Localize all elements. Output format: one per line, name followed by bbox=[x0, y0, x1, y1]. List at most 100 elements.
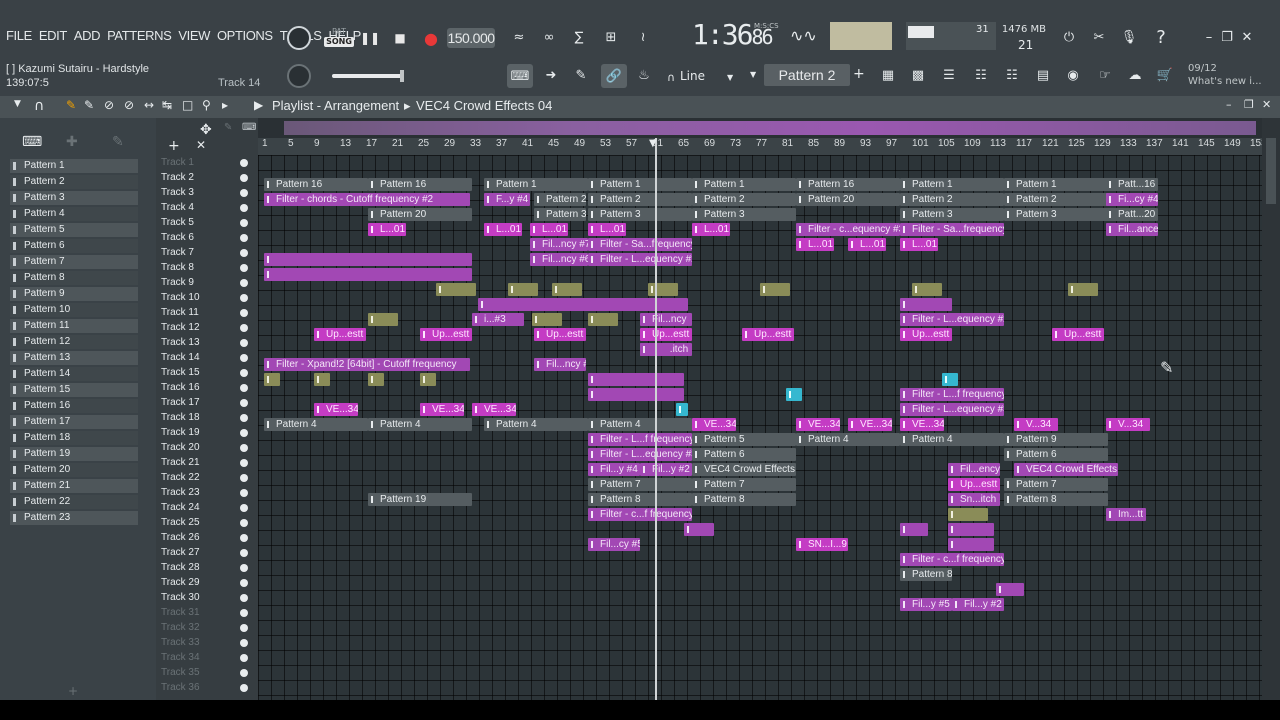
arrangement-clip[interactable]: Pattern 20 bbox=[368, 208, 472, 221]
add-pattern-icon[interactable]: + bbox=[68, 684, 78, 698]
pattern-item[interactable]: Pattern 7 bbox=[10, 255, 138, 269]
automation-clip[interactable] bbox=[948, 538, 994, 551]
automation-clip[interactable] bbox=[900, 298, 952, 311]
arrangement-clip[interactable]: Pattern 2 bbox=[900, 193, 1004, 206]
arrangement-clip[interactable]: Pattern 3 bbox=[692, 208, 796, 221]
link-icon[interactable]: 🔗 bbox=[601, 64, 627, 88]
arrangement-clip[interactable]: VE...34 bbox=[900, 418, 944, 431]
arrangement-clip[interactable]: Pattern 16 bbox=[796, 178, 900, 191]
playlist-minimize-icon[interactable]: – bbox=[1226, 98, 1232, 111]
arrangement-clip[interactable]: Up...estt bbox=[900, 328, 952, 341]
track-mute-icon[interactable] bbox=[240, 324, 248, 332]
track-header[interactable]: Track 8 bbox=[156, 260, 258, 275]
track-header[interactable]: Track 35 bbox=[156, 665, 258, 680]
arrangement-clip[interactable]: SN...I...9 bbox=[796, 538, 848, 551]
pattern-item[interactable]: Pattern 2 bbox=[10, 175, 138, 189]
plugin-icon[interactable]: ◉ bbox=[1062, 64, 1084, 86]
pattern-item[interactable]: Pattern 8 bbox=[10, 271, 138, 285]
arrangement-clip[interactable]: Pattern 2 bbox=[588, 193, 692, 206]
arrangement-clip[interactable]: Pattern 1 bbox=[588, 178, 692, 191]
track-header[interactable]: Track 23 bbox=[156, 485, 258, 500]
browser-icon[interactable]: ☷ bbox=[1001, 64, 1023, 86]
pattern-prev-icon[interactable]: ▼ bbox=[750, 70, 756, 79]
track-mute-icon[interactable] bbox=[240, 174, 248, 182]
scissors-icon[interactable]: ✂ bbox=[1088, 26, 1110, 48]
arrangement-clip[interactable]: Pattern 19 bbox=[368, 493, 472, 506]
paint-icon[interactable]: ✎ bbox=[84, 98, 94, 112]
track-mute-icon[interactable] bbox=[240, 534, 248, 542]
track-header[interactable]: Track 2 bbox=[156, 170, 258, 185]
add-pattern-icon[interactable]: + bbox=[853, 66, 865, 82]
collapse-icon[interactable]: ✕ bbox=[196, 138, 206, 152]
menu-edit[interactable]: EDIT bbox=[39, 28, 67, 43]
pattern-item[interactable]: Pattern 6 bbox=[10, 239, 138, 253]
arrangement-clip[interactable]: Filter - c...f frequency bbox=[900, 553, 1004, 566]
track-mute-icon[interactable] bbox=[240, 594, 248, 602]
track-mute-icon[interactable] bbox=[240, 219, 248, 227]
stamp-icon[interactable]: ♨ bbox=[633, 64, 655, 86]
arrangement-clip[interactable]: Pattern 5 bbox=[692, 433, 796, 446]
arrangement-clip[interactable]: L...01 bbox=[588, 223, 626, 236]
track-mute-icon[interactable] bbox=[240, 444, 248, 452]
automation-clip[interactable] bbox=[532, 313, 562, 326]
arrangement-clip[interactable]: Fil...ency bbox=[948, 463, 1000, 476]
track-header[interactable]: Track 27 bbox=[156, 545, 258, 560]
arrangement-clip[interactable]: V...34 bbox=[1014, 418, 1058, 431]
arrangement-clip[interactable]: Pattern 4 bbox=[368, 418, 472, 431]
arrangement-clip[interactable]: L...01 bbox=[368, 223, 406, 236]
arrangement-clip[interactable]: Pattern 4 bbox=[484, 418, 588, 431]
cart-icon[interactable]: 🛒 bbox=[1154, 64, 1176, 86]
automation-clip[interactable] bbox=[420, 373, 436, 386]
arrangement-clip[interactable]: Up...estt bbox=[314, 328, 366, 341]
volume-slider-handle[interactable] bbox=[400, 70, 404, 82]
master-volume-slider[interactable] bbox=[332, 70, 404, 82]
arrangement-clip[interactable]: Up...estt bbox=[420, 328, 472, 341]
automation-clip[interactable] bbox=[588, 373, 684, 386]
automation-clip[interactable] bbox=[264, 268, 472, 281]
draw-icon[interactable]: ✎ bbox=[570, 64, 592, 86]
menu-options[interactable]: OPTIONS bbox=[217, 28, 273, 43]
automation-icon[interactable]: ✚ bbox=[66, 134, 78, 150]
arrangement-clip[interactable]: Pattern 20 bbox=[796, 193, 900, 206]
pattern-item[interactable]: Pattern 23 bbox=[10, 511, 138, 525]
track-mute-icon[interactable] bbox=[240, 519, 248, 527]
menu-file[interactable]: FILE bbox=[6, 28, 32, 43]
delete-icon[interactable]: ⊘ bbox=[104, 98, 114, 112]
track-mute-icon[interactable] bbox=[240, 294, 248, 302]
arrangement-clip[interactable]: Filter - Sa...frequency bbox=[588, 238, 692, 251]
track-mute-icon[interactable] bbox=[240, 624, 248, 632]
track-mute-icon[interactable] bbox=[240, 564, 248, 572]
automation-clip[interactable] bbox=[948, 523, 994, 536]
track-mute-icon[interactable] bbox=[240, 189, 248, 197]
faders-icon[interactable]: ☷ bbox=[970, 64, 992, 86]
arrangement-clip[interactable]: Pattern 1 bbox=[484, 178, 588, 191]
arrangement-clip[interactable]: Pattern 4 bbox=[588, 418, 692, 431]
pattern-item[interactable]: Pattern 9 bbox=[10, 287, 138, 301]
file-icon[interactable]: ▤ bbox=[1032, 64, 1054, 86]
arrangement-clip[interactable]: Patt...20 bbox=[1106, 208, 1158, 221]
arrangement-clip[interactable]: Up...estt bbox=[948, 478, 1000, 491]
automation-clip[interactable] bbox=[900, 523, 928, 536]
track-header[interactable]: Track 1 bbox=[156, 155, 258, 170]
select-icon[interactable]: □ bbox=[182, 98, 193, 112]
arrangement-clip[interactable]: Pattern 4 bbox=[900, 433, 1004, 446]
arrangement-clip[interactable]: Fil...ncy #6 bbox=[530, 253, 588, 266]
arrangement-clip[interactable]: Fil...y #2 bbox=[640, 463, 692, 476]
record-icon[interactable]: ● bbox=[418, 26, 444, 50]
track-header[interactable]: Track 12 bbox=[156, 320, 258, 335]
pattern-item[interactable]: Pattern 16 bbox=[10, 399, 138, 413]
arrangement-clip[interactable]: L...01 bbox=[848, 238, 886, 251]
track-header[interactable]: Track 9 bbox=[156, 275, 258, 290]
pattern-item[interactable]: Pattern 1 bbox=[10, 159, 138, 173]
track-header[interactable]: Track 16 bbox=[156, 380, 258, 395]
automation-clip[interactable] bbox=[648, 283, 678, 296]
arrow-right-icon[interactable]: ➜ bbox=[540, 64, 562, 86]
pattern-item[interactable]: Pattern 13 bbox=[10, 351, 138, 365]
automation-clip[interactable] bbox=[996, 583, 1024, 596]
automation-clip[interactable] bbox=[942, 373, 958, 386]
track-header[interactable]: Track 25 bbox=[156, 515, 258, 530]
arrangement-clip[interactable]: Pattern 3 bbox=[534, 208, 586, 221]
arrangement-clip[interactable]: VE...34 bbox=[796, 418, 840, 431]
arrangement-clip[interactable]: Pattern 6 bbox=[692, 448, 796, 461]
automation-clip[interactable] bbox=[368, 313, 398, 326]
